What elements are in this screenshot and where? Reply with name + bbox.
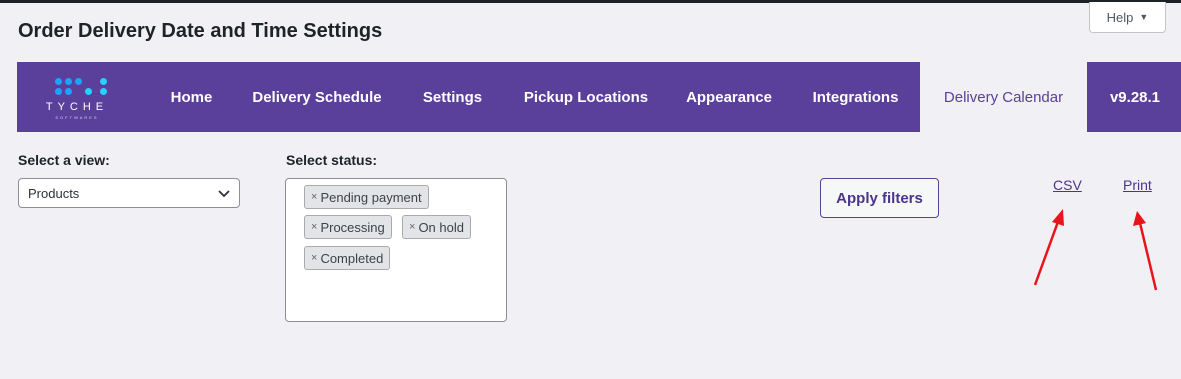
tab-home[interactable]: Home [153,62,230,132]
status-tag-completed[interactable]: × Completed [304,246,391,270]
print-link[interactable]: Print [1123,177,1152,193]
status-tag-pending-payment[interactable]: × Pending payment [304,185,429,209]
tab-delivery-schedule[interactable]: Delivery Schedule [238,62,396,132]
status-tag-processing[interactable]: × Processing [304,215,392,239]
status-tag-label: Pending payment [320,189,422,205]
logo-wordmark: TYCHE [45,101,109,113]
status-tag-on-hold[interactable]: × On hold [402,215,471,239]
remove-icon[interactable]: × [409,221,415,233]
help-button[interactable]: Help ▼ [1089,2,1166,33]
tab-pickup-locations[interactable]: Pickup Locations [511,62,661,132]
arrow-icon [1133,211,1158,291]
remove-icon[interactable]: × [311,191,317,203]
apply-filters-button[interactable]: Apply filters [820,178,939,218]
chevron-down-icon [218,190,230,198]
view-select-value: Products [28,185,80,201]
status-label: Select status: [286,152,378,168]
logo-subtext: SOFTWARES [55,115,99,120]
caret-down-icon: ▼ [1139,12,1149,22]
view-label: Select a view: [18,152,110,168]
help-label: Help [1106,9,1134,25]
plugin-navbar: TYCHE SOFTWARES Home Delivery Schedule S… [17,62,1181,132]
csv-export-link[interactable]: CSV [1053,177,1082,193]
tab-settings[interactable]: Settings [409,62,496,132]
top-border [0,0,1181,3]
tab-delivery-calendar[interactable]: Delivery Calendar [920,62,1087,132]
version-label: v9.28.1 [1109,88,1161,106]
status-tag-label: On hold [418,219,464,235]
tab-integrations[interactable]: Integrations [798,62,913,132]
view-select[interactable]: Products [18,178,240,208]
tyche-logo: TYCHE SOFTWARES [41,78,121,122]
status-tag-label: Completed [320,250,384,266]
tab-appearance[interactable]: Appearance [676,62,782,132]
remove-icon[interactable]: × [311,221,317,233]
status-multiselect[interactable]: × Pending payment × Processing × On hold… [285,178,507,322]
page-title: Order Delivery Date and Time Settings [18,20,383,42]
status-tag-label: Processing [320,219,385,235]
arrow-icon [1033,209,1064,286]
remove-icon[interactable]: × [311,252,317,264]
